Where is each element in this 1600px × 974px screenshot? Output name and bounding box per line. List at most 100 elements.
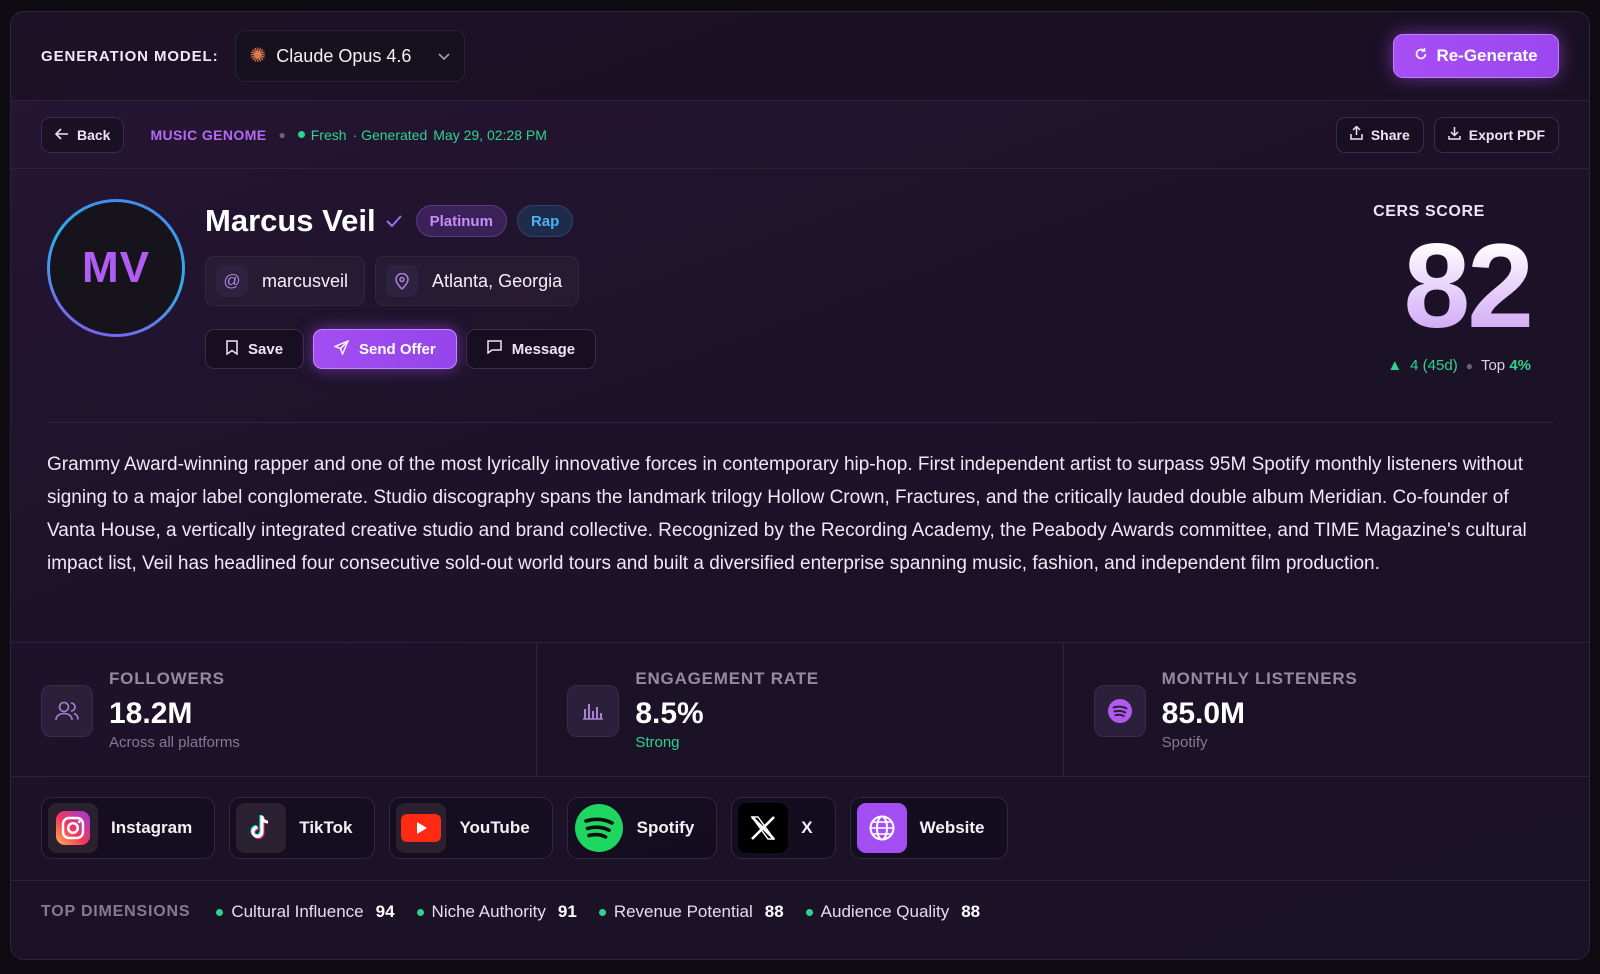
regenerate-label: Re-Generate: [1436, 46, 1538, 65]
fresh-label: Fresh: [310, 126, 347, 143]
dimension-name: Cultural Influence: [231, 902, 364, 921]
dimension-name: Audience Quality: [820, 902, 950, 921]
spotify-icon: [574, 803, 624, 853]
tier-tag: Platinum: [415, 205, 507, 237]
score-value: 82: [1331, 223, 1534, 349]
social-label: X: [801, 818, 813, 837]
social-link-spotify[interactable]: Spotify: [566, 797, 718, 859]
status-dot: [297, 131, 305, 138]
message-button[interactable]: Message: [465, 329, 597, 369]
status-dot: [598, 908, 606, 916]
save-label: Save: [248, 340, 284, 358]
trend-up-icon: ▲: [1387, 357, 1403, 374]
social-link-x[interactable]: X: [731, 797, 836, 859]
export-pdf-button[interactable]: Export PDF: [1433, 116, 1559, 153]
artist-bio: Grammy Award-winning rapper and one of t…: [11, 423, 1589, 643]
dimension-score: 88: [961, 902, 981, 921]
social-label: Spotify: [636, 818, 695, 837]
social-link-tiktok[interactable]: TikTok: [229, 797, 376, 859]
stat-value: 18.2M: [109, 697, 193, 730]
globe-icon: [856, 803, 907, 853]
stat-sub: Across all platforms: [109, 734, 240, 751]
generation-model-label: GENERATION MODEL:: [41, 47, 219, 65]
rank-text: Top 4%: [1481, 357, 1531, 374]
dimension-item: Cultural Influence 94: [216, 902, 395, 922]
divider: [47, 422, 1553, 423]
social-links: Instagram TikTok YouTube Spotify X Websi…: [11, 777, 1589, 881]
stat-monthly-listeners: MONTHLY LISTENERS 85.0M Spotify: [1064, 643, 1589, 776]
generated-label: · Generated: [352, 126, 428, 143]
at-sign-icon: @: [216, 265, 248, 297]
x-icon: [738, 803, 789, 853]
score-delta: 4 (45d): [1410, 357, 1458, 374]
dimension-name: Niche Authority: [431, 902, 546, 921]
info-row: @ marcusveil Atlanta, Georgia: [205, 256, 580, 306]
dimension-item: Niche Authority 91: [416, 902, 577, 922]
header-actions: Share Export PDF: [1335, 116, 1559, 153]
sub-bar: Back MUSIC GENOME ● Fresh · Generated Ma…: [11, 101, 1589, 169]
save-button[interactable]: Save: [205, 329, 305, 369]
verified-check-icon: [385, 210, 402, 233]
share-label: Share: [1370, 126, 1410, 143]
chevron-down-icon: [437, 48, 450, 64]
location-text: Atlanta, Georgia: [432, 270, 563, 291]
model-name: Claude Opus 4.6: [276, 45, 412, 66]
handle-chip[interactable]: @ marcusveil: [205, 256, 366, 306]
model-select[interactable]: ✺ Claude Opus 4.6: [234, 30, 465, 82]
share-button[interactable]: Share: [1335, 116, 1424, 153]
youtube-icon: [396, 803, 447, 853]
tiktok-icon: [236, 803, 287, 853]
avatar-initials: MV: [50, 202, 182, 334]
arrow-left-icon: [54, 127, 69, 143]
avatar: MV: [47, 199, 185, 337]
dimension-item: Audience Quality 88: [805, 902, 981, 922]
stat-label: ENGAGEMENT RATE: [635, 669, 819, 688]
genre-tag: Rap: [516, 205, 574, 237]
dimension-name: Revenue Potential: [613, 902, 753, 921]
social-label: YouTube: [459, 818, 530, 837]
stat-text: ENGAGEMENT RATE 8.5% Strong: [635, 669, 819, 751]
download-icon: [1448, 126, 1461, 143]
stat-followers: FOLLOWERS 18.2M Across all platforms: [11, 643, 538, 776]
stat-value: 8.5%: [635, 697, 704, 730]
back-button[interactable]: Back: [41, 116, 125, 153]
top-dimensions: TOP DIMENSIONS Cultural Influence 94 Nic…: [11, 881, 1589, 943]
dimensions-label: TOP DIMENSIONS: [41, 903, 191, 920]
artist-name: Marcus Veil: [205, 203, 376, 238]
bookmark-icon: [226, 339, 238, 359]
users-icon: [41, 685, 93, 737]
social-link-website[interactable]: Website: [849, 797, 1008, 859]
freshness-status: Fresh · Generated May 29, 02:28 PM: [297, 126, 547, 143]
claude-spark-icon: ✺: [249, 45, 267, 67]
stat-engagement: ENGAGEMENT RATE 8.5% Strong: [537, 643, 1064, 776]
stat-label: FOLLOWERS: [109, 669, 225, 688]
export-label: Export PDF: [1468, 126, 1545, 143]
status-dot: [805, 908, 813, 916]
send-offer-label: Send Offer: [359, 340, 436, 358]
score-trend: ▲ 4 (45d) ● Top 4%: [1331, 357, 1531, 374]
top-bar: GENERATION MODEL: ✺ Claude Opus 4.6 Re-G…: [11, 12, 1589, 101]
separator-dot: ●: [1465, 358, 1473, 373]
stat-text: MONTHLY LISTENERS 85.0M Spotify: [1162, 669, 1358, 751]
send-offer-button[interactable]: Send Offer: [313, 329, 457, 369]
breadcrumb[interactable]: MUSIC GENOME: [150, 127, 266, 143]
profile-header: MV Marcus Veil Platinum Rap @ marcusveil…: [11, 169, 1589, 423]
dimension-item: Revenue Potential 88: [598, 902, 784, 922]
message-label: Message: [511, 340, 576, 358]
stat-text: FOLLOWERS 18.2M Across all platforms: [109, 669, 240, 751]
stats-row: FOLLOWERS 18.2M Across all platforms ENG…: [11, 643, 1589, 777]
dimension-score: 88: [764, 902, 784, 921]
stat-sub: Strong: [635, 734, 680, 751]
social-label: TikTok: [299, 818, 353, 837]
stat-label: MONTHLY LISTENERS: [1161, 669, 1358, 688]
social-link-instagram[interactable]: Instagram: [41, 797, 216, 859]
bar-chart-icon: [567, 685, 620, 737]
profile-actions: Save Send Offer Message: [205, 329, 597, 369]
cers-score-panel: CERS SCORE 82 ▲ 4 (45d) ● Top 4%: [1331, 203, 1534, 374]
regenerate-button[interactable]: Re-Generate: [1393, 34, 1559, 78]
social-link-youtube[interactable]: YouTube: [389, 797, 553, 859]
rank-value: 4%: [1509, 357, 1531, 374]
dimension-score: 91: [557, 902, 577, 921]
stat-value: 85.0M: [1161, 697, 1246, 730]
spotify-icon: [1093, 685, 1146, 737]
